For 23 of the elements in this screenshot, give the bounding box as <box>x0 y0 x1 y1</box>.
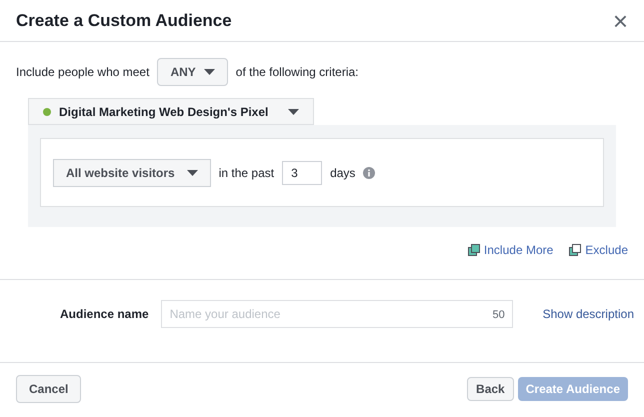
back-button[interactable]: Back <box>467 377 514 401</box>
criteria-link[interactable]: Include More <box>468 241 554 259</box>
show-description-link[interactable]: Show description <box>542 305 634 323</box>
pixel-dropdown[interactable]: Digital Marketing Web Design's Pixel <box>28 98 314 125</box>
squares-icon <box>468 244 480 256</box>
criteria-text: Include people who meet <box>16 64 150 81</box>
audience-type-dropdown[interactable]: All website visitors <box>53 158 211 186</box>
character-counter: 50 <box>492 308 505 323</box>
criteria-link[interactable]: Exclude <box>569 241 628 259</box>
caret-icon <box>288 108 300 114</box>
criteria-text: of the following criteria: <box>236 64 359 81</box>
days-text: days <box>330 164 356 182</box>
close-button[interactable]: × <box>612 8 628 34</box>
match-dropdown[interactable]: ANY <box>157 58 228 86</box>
dialog-title: Create a Custom Audience <box>16 10 232 32</box>
in-past-text: in the past <box>218 164 274 182</box>
squares-icon <box>569 244 582 256</box>
cancel-button[interactable]: Cancel <box>16 375 82 403</box>
audience-name-label: Audience name <box>60 306 149 323</box>
caret-icon <box>186 170 198 176</box>
caret-icon <box>204 69 215 75</box>
days-field[interactable]: 3 <box>282 160 322 184</box>
info-icon <box>363 166 376 178</box>
